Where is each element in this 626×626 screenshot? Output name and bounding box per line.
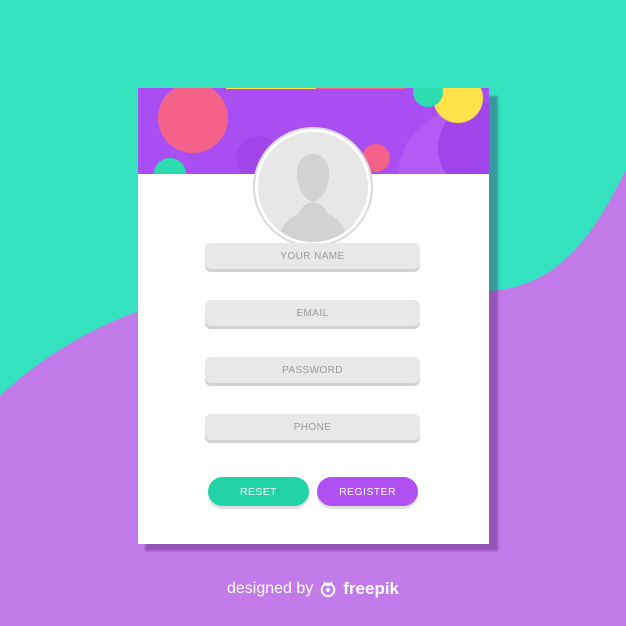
user-silhouette-icon [258, 132, 368, 242]
footer-credit: designed by freepik [0, 576, 626, 602]
name-field[interactable] [205, 243, 420, 269]
designed-by-text: designed by [226, 580, 314, 597]
freepik-logo-icon [320, 581, 336, 598]
registration-card: RESET REGISTER [138, 88, 489, 544]
freepik-brand-text: freepik [343, 579, 400, 598]
avatar[interactable] [255, 129, 371, 245]
phone-field[interactable] [205, 414, 420, 440]
reset-button[interactable]: RESET [208, 477, 309, 506]
register-button[interactable]: REGISTER [317, 477, 418, 506]
email-field[interactable] [205, 300, 420, 326]
password-field[interactable] [205, 357, 420, 383]
